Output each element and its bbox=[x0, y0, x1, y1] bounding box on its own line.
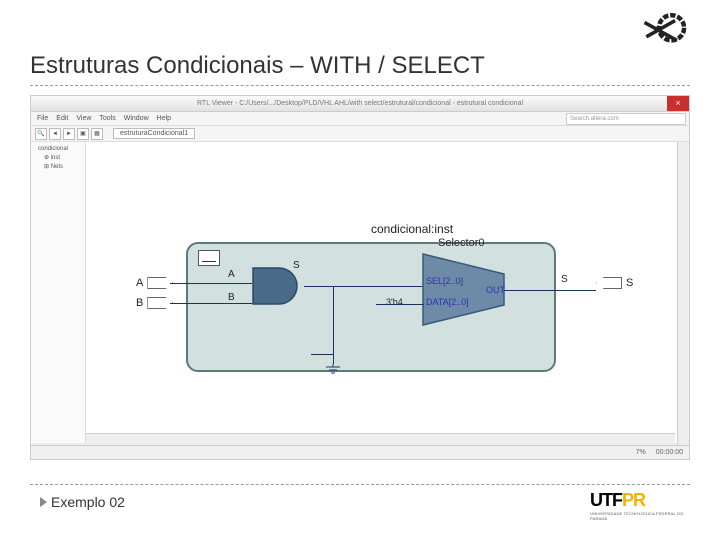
slide: Estruturas Condicionais – WITH / SELECT … bbox=[0, 0, 720, 540]
wire bbox=[376, 304, 424, 305]
menu-tools[interactable]: Tools bbox=[99, 115, 115, 122]
divider bbox=[30, 85, 690, 86]
port-B-label: B bbox=[136, 297, 143, 309]
menu-window[interactable]: Window bbox=[124, 115, 149, 122]
inner-port-A: A bbox=[228, 269, 235, 280]
tool-expand-icon[interactable]: ▣ bbox=[77, 128, 89, 140]
page-title: Estruturas Condicionais – WITH / SELECT bbox=[30, 52, 485, 80]
scrollbar-vertical[interactable] bbox=[677, 142, 689, 445]
close-button[interactable]: × bbox=[667, 96, 689, 111]
schematic-canvas[interactable]: condicional:inst A B A B S bbox=[86, 142, 689, 443]
utfpr-logo-text: UTFPR bbox=[590, 490, 645, 511]
subblock-icon bbox=[198, 250, 220, 266]
mux-name: Selector0 bbox=[438, 237, 484, 249]
menu-file[interactable]: File bbox=[37, 115, 48, 122]
ground-icon bbox=[326, 364, 340, 376]
wire bbox=[304, 286, 424, 287]
toolbar: 🔍 ◄ ► ▣ ▦ estruturaCondicional1 bbox=[31, 126, 689, 142]
mux-out-label: OUT bbox=[486, 285, 505, 295]
tool-zoom-icon[interactable]: 🔍 bbox=[35, 128, 47, 140]
bullet-icon bbox=[40, 497, 47, 507]
search-input[interactable]: Search altera.com bbox=[566, 113, 686, 125]
wire bbox=[311, 354, 333, 355]
body-area: condicional ⊕ inst ⊞ Nets condicional:in… bbox=[31, 142, 689, 443]
tab-current[interactable]: estruturaCondicional1 bbox=[113, 128, 195, 139]
titlebar-text: RTL Viewer - C:/Users/.../Desktop/PLD/VH… bbox=[197, 100, 523, 107]
utfpr-logo: UTFPR UNIVERSIDADE TECNOLÓGICA FEDERAL D… bbox=[590, 490, 690, 522]
hierarchy-panel: condicional ⊕ inst ⊞ Nets bbox=[31, 142, 86, 443]
port-A: A bbox=[136, 277, 173, 289]
menu-view[interactable]: View bbox=[76, 115, 91, 122]
instance-name: condicional:inst bbox=[371, 222, 453, 236]
mux-data-label: DATA[2..0] bbox=[426, 297, 469, 307]
port-A-label: A bbox=[136, 277, 143, 289]
wire bbox=[504, 290, 596, 291]
menu-edit[interactable]: Edit bbox=[56, 115, 68, 122]
tree-inst[interactable]: ⊕ inst bbox=[34, 153, 82, 162]
inner-port-B: B bbox=[228, 292, 235, 303]
status-zoom: 7% bbox=[636, 449, 646, 456]
tree-nets[interactable]: ⊞ Nets bbox=[34, 162, 82, 171]
divider bbox=[30, 484, 690, 485]
tool-back-icon[interactable]: ◄ bbox=[49, 128, 61, 140]
inner-port-S-out: S bbox=[561, 274, 568, 285]
port-S: S bbox=[596, 277, 633, 289]
footer-caption-text: Exemplo 02 bbox=[51, 494, 125, 510]
app-window: RTL Viewer - C:/Users/.../Desktop/PLD/VH… bbox=[30, 95, 690, 460]
tool-more-icon[interactable]: ▦ bbox=[91, 128, 103, 140]
scrollbar-horizontal[interactable] bbox=[86, 433, 675, 445]
institution-logo-icon bbox=[635, 8, 690, 53]
status-coord: 00:00:00 bbox=[656, 449, 683, 456]
wire bbox=[333, 286, 334, 364]
titlebar: RTL Viewer - C:/Users/.../Desktop/PLD/VH… bbox=[31, 96, 689, 112]
and-gate-icon bbox=[251, 266, 306, 306]
wire bbox=[170, 303, 252, 304]
wire bbox=[170, 283, 252, 284]
pin-out-icon bbox=[596, 277, 622, 289]
menu-help[interactable]: Help bbox=[157, 115, 171, 122]
statusbar: 7% 00:00:00 bbox=[31, 445, 689, 459]
tool-fwd-icon[interactable]: ► bbox=[63, 128, 75, 140]
data-constant: 3'h4 bbox=[386, 297, 403, 307]
port-B: B bbox=[136, 297, 173, 309]
mux-sel-label: SEL[2..0] bbox=[426, 276, 463, 286]
tree-root[interactable]: condicional bbox=[34, 145, 82, 153]
utfpr-logo-sub: UNIVERSIDADE TECNOLÓGICA FEDERAL DO PARA… bbox=[590, 511, 690, 521]
port-S-label: S bbox=[626, 277, 633, 289]
footer-caption: Exemplo 02 bbox=[40, 494, 125, 510]
